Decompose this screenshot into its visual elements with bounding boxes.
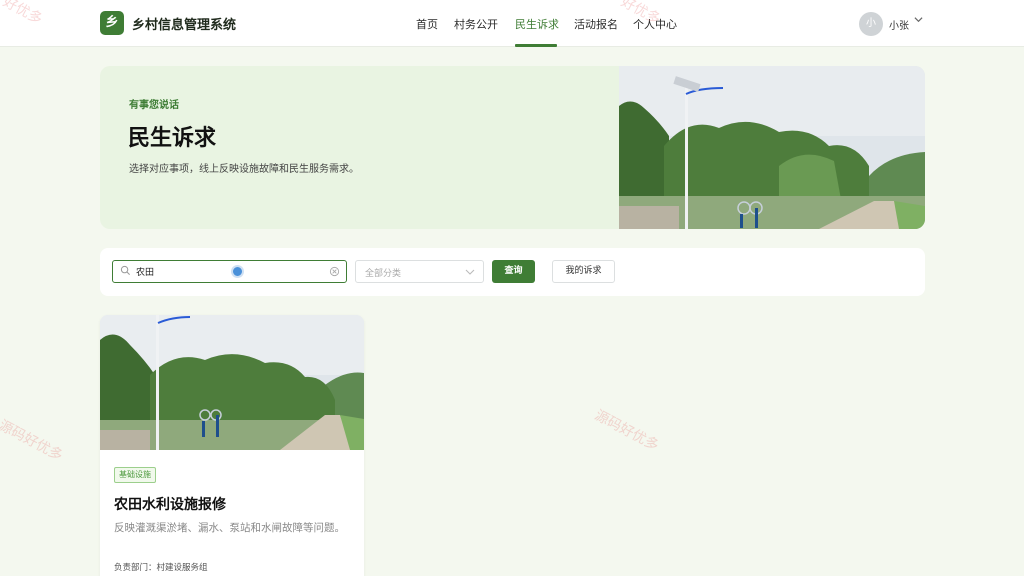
hero-description: 选择对应事项，线上反映设施故障和民生服务需求。 bbox=[129, 164, 359, 175]
user-name[interactable]: 小张 bbox=[889, 17, 909, 32]
chevron-down-icon bbox=[465, 269, 475, 275]
category-badge: 基础设施 bbox=[114, 467, 156, 483]
nav-item-village-affairs[interactable]: 村务公开 bbox=[454, 16, 498, 32]
hero-image bbox=[619, 66, 925, 229]
card-image bbox=[100, 315, 364, 450]
filter-bar: 全部分类 查询 我的诉求 bbox=[100, 248, 925, 296]
top-header: 乡 乡村信息管理系统 首页 村务公开 民生诉求 活动报名 个人中心 小 小张 bbox=[0, 0, 1024, 47]
nav-item-petitions[interactable]: 民生诉求 bbox=[515, 16, 559, 32]
hero-banner: 有事您说话 民生诉求 选择对应事项，线上反映设施故障和民生服务需求。 bbox=[100, 66, 925, 229]
watermark-text: 源码好优多 bbox=[591, 407, 662, 455]
card-title[interactable]: 农田水利设施报修 bbox=[114, 494, 226, 514]
nav-item-activities[interactable]: 活动报名 bbox=[574, 16, 618, 32]
search-icon bbox=[120, 265, 130, 275]
app-title[interactable]: 乡村信息管理系统 bbox=[132, 14, 236, 33]
category-select-label: 全部分类 bbox=[365, 269, 402, 279]
logo-icon[interactable]: 乡 bbox=[100, 11, 124, 35]
chevron-down-icon[interactable] bbox=[914, 15, 923, 24]
my-requests-button[interactable]: 我的诉求 bbox=[552, 260, 615, 283]
nav-item-profile[interactable]: 个人中心 bbox=[633, 16, 677, 32]
search-input[interactable] bbox=[136, 264, 316, 279]
category-select[interactable]: 全部分类 bbox=[355, 260, 484, 283]
request-card[interactable]: 基础设施 农田水利设施报修 反映灌溉渠淤堵、漏水、泵站和水闸故障等问题。 负责部… bbox=[100, 315, 364, 576]
card-department: 负责部门：村建设服务组 bbox=[114, 563, 208, 573]
page-title: 民生诉求 bbox=[128, 126, 217, 151]
nav-item-home[interactable]: 首页 bbox=[416, 16, 438, 32]
search-field[interactable] bbox=[112, 260, 347, 283]
cursor-indicator bbox=[231, 265, 244, 278]
nav-active-indicator bbox=[515, 44, 557, 47]
query-button[interactable]: 查询 bbox=[492, 260, 535, 283]
card-description: 反映灌溉渠淤堵、漏水、泵站和水闸故障等问题。 bbox=[114, 522, 345, 534]
clear-icon[interactable] bbox=[329, 266, 340, 277]
watermark-text: 源码好优多 bbox=[0, 417, 66, 465]
avatar[interactable]: 小 bbox=[859, 12, 883, 36]
hero-tag: 有事您说话 bbox=[129, 100, 179, 111]
